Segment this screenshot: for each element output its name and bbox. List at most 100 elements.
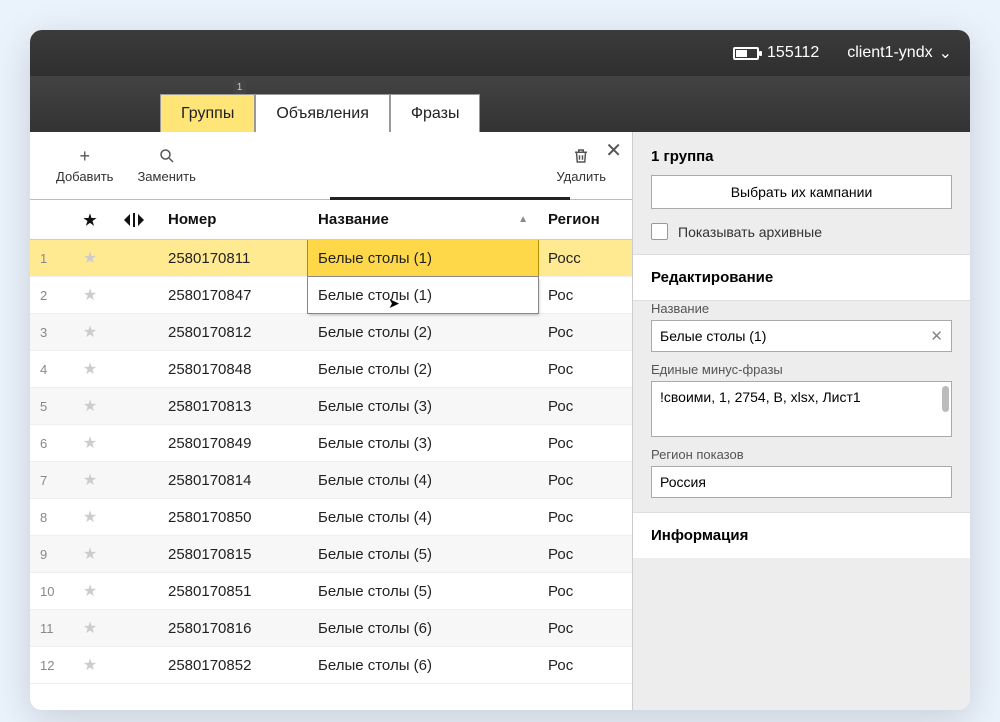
row-region: Рос <box>538 314 632 350</box>
user-menu[interactable]: client1-yndx ⌄ <box>847 43 952 63</box>
row-name[interactable]: Белые столы (2) <box>308 314 538 350</box>
row-status[interactable] <box>110 647 158 683</box>
row-favorite[interactable]: ★ <box>70 240 110 276</box>
plus-icon: + <box>76 147 94 165</box>
row-favorite[interactable]: ★ <box>70 351 110 387</box>
row-number: 2580170816 <box>158 610 308 646</box>
row-status[interactable] <box>110 462 158 498</box>
row-name[interactable]: Белые столы (4) <box>308 499 538 535</box>
toolbar: + Добавить Заменить Удалить ✕ <box>30 132 632 200</box>
row-favorite[interactable]: ★ <box>70 314 110 350</box>
row-favorite[interactable]: ★ <box>70 573 110 609</box>
minus-phrases-input[interactable]: !своими, 1, 2754, В, xlsx, Лист1 <box>651 381 952 437</box>
choose-campaigns-button[interactable]: Выбрать их кампании <box>651 175 952 209</box>
region-input[interactable]: Россия <box>651 466 952 498</box>
table-row[interactable]: 7★2580170814Белые столы (4)Рос <box>30 462 632 499</box>
row-favorite[interactable]: ★ <box>70 388 110 424</box>
row-status[interactable] <box>110 388 158 424</box>
star-icon: ★ <box>83 470 97 490</box>
row-name[interactable]: Белые столы (2) <box>308 351 538 387</box>
battery-icon <box>733 47 759 60</box>
row-name[interactable]: Белые столы (3) <box>308 425 538 461</box>
chevron-down-icon: ⌄ <box>939 43 952 63</box>
star-icon: ★ <box>83 396 97 416</box>
row-region: Росс <box>538 240 632 276</box>
row-favorite[interactable]: ★ <box>70 610 110 646</box>
tab-Фразы[interactable]: Фразы <box>390 94 481 132</box>
table-row[interactable]: 1★2580170811Белые столы (1)Росс <box>30 240 632 277</box>
row-region: Рос <box>538 388 632 424</box>
table-row[interactable]: 5★2580170813Белые столы (3)Рос <box>30 388 632 425</box>
row-name[interactable]: Белые столы (5) <box>308 536 538 572</box>
replace-button[interactable]: Заменить <box>125 147 207 184</box>
col-number[interactable]: Номер <box>158 200 308 239</box>
table-row[interactable]: 9★2580170815Белые столы (5)Рос <box>30 536 632 573</box>
table-row[interactable]: 4★2580170848Белые столы (2)Рос <box>30 351 632 388</box>
row-status[interactable] <box>110 314 158 350</box>
minus-field-label: Единые минус-фразы <box>651 362 952 377</box>
table-row[interactable]: 3★2580170812Белые столы (2)Рос <box>30 314 632 351</box>
row-name[interactable]: Белые столы (1) <box>308 240 538 276</box>
table-row[interactable]: 12★2580170852Белые столы (6)Рос <box>30 647 632 684</box>
row-favorite[interactable]: ★ <box>70 277 110 313</box>
row-name[interactable]: Белые столы (3) <box>308 388 538 424</box>
region-input-value: Россия <box>660 474 706 490</box>
row-name[interactable]: Белые столы (1)➤ <box>308 277 538 313</box>
row-status[interactable] <box>110 536 158 572</box>
row-status[interactable] <box>110 351 158 387</box>
row-number: 2580170812 <box>158 314 308 350</box>
search-icon <box>158 147 176 165</box>
row-index: 1 <box>30 240 70 276</box>
row-index: 4 <box>30 351 70 387</box>
row-name[interactable]: Белые столы (6) <box>308 647 538 683</box>
row-favorite[interactable]: ★ <box>70 462 110 498</box>
tab-Объявления[interactable]: Объявления <box>255 94 390 132</box>
close-icon[interactable]: ✕ <box>597 134 630 167</box>
row-favorite[interactable]: ★ <box>70 536 110 572</box>
show-archived-checkbox[interactable]: Показывать архивные <box>651 223 952 240</box>
row-favorite[interactable]: ★ <box>70 425 110 461</box>
row-name[interactable]: Белые столы (6) <box>308 610 538 646</box>
row-region: Рос <box>538 462 632 498</box>
col-status[interactable] <box>110 200 158 239</box>
row-region: Рос <box>538 277 632 313</box>
row-index: 12 <box>30 647 70 683</box>
clear-icon[interactable]: ✕ <box>930 327 943 345</box>
star-icon: ★ <box>83 359 97 379</box>
trash-icon <box>572 147 590 165</box>
scrollbar-thumb[interactable] <box>942 386 949 412</box>
row-status[interactable] <box>110 240 158 276</box>
row-favorite[interactable]: ★ <box>70 499 110 535</box>
row-status[interactable] <box>110 573 158 609</box>
table-row[interactable]: 8★2580170850Белые столы (4)Рос <box>30 499 632 536</box>
table-row[interactable]: 2★2580170847Белые столы (1)➤Рос <box>30 277 632 314</box>
table-body[interactable]: 1★2580170811Белые столы (1)Росс2★2580170… <box>30 240 632 710</box>
info-section-title: Информация <box>633 512 970 558</box>
row-status[interactable] <box>110 610 158 646</box>
star-icon: ★ <box>83 211 96 229</box>
row-region: Рос <box>538 536 632 572</box>
row-region: Рос <box>538 573 632 609</box>
table-row[interactable]: 6★2580170849Белые столы (3)Рос <box>30 425 632 462</box>
star-icon: ★ <box>83 285 97 305</box>
name-input[interactable]: Белые столы (1) ✕ <box>651 320 952 352</box>
col-region[interactable]: Регион <box>538 200 632 239</box>
table-row[interactable]: 11★ 2580170816Белые столы (6)Рос <box>30 610 632 647</box>
tab-Группы[interactable]: Группы1 <box>160 94 255 132</box>
row-number: 2580170852 <box>158 647 308 683</box>
add-button[interactable]: + Добавить <box>44 147 125 184</box>
col-name[interactable]: Название ▲ <box>308 200 538 239</box>
row-status[interactable] <box>110 425 158 461</box>
star-icon: ★ <box>83 655 97 675</box>
row-status[interactable] <box>110 499 158 535</box>
row-status[interactable] <box>110 277 158 313</box>
table-row[interactable]: 10★2580170851Белые столы (5)Рос <box>30 573 632 610</box>
row-name[interactable]: Белые столы (4) <box>308 462 538 498</box>
col-favorite[interactable]: ★ <box>70 200 110 239</box>
row-region: Рос <box>538 610 632 646</box>
row-favorite[interactable]: ★ <box>70 647 110 683</box>
row-name[interactable]: Белые столы (5) <box>308 573 538 609</box>
row-index: 11 <box>30 610 70 646</box>
star-icon: ★ <box>83 581 97 601</box>
minus-phrases-value: !своими, 1, 2754, В, xlsx, Лист1 <box>660 389 861 405</box>
